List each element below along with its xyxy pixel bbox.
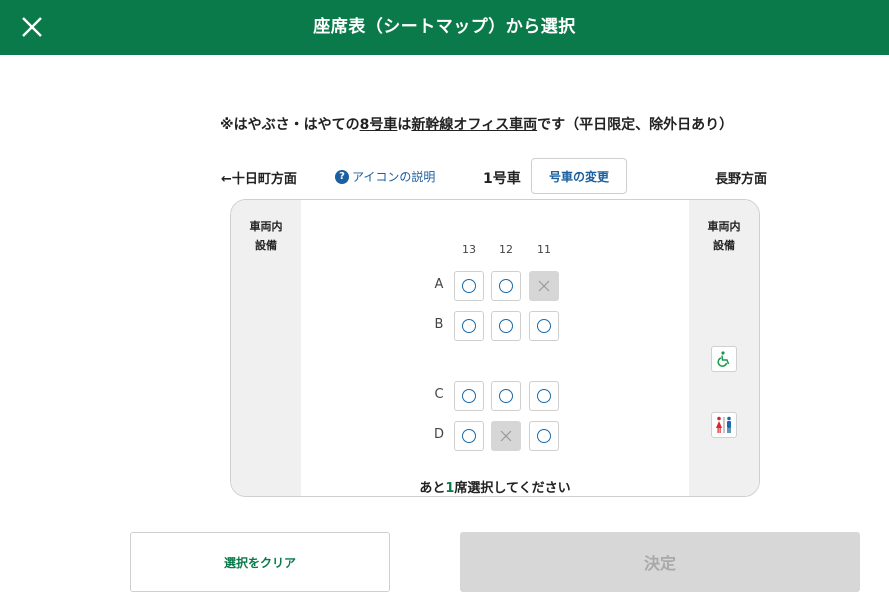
notice-suffix: です（平日限定、除外日あり）	[537, 117, 734, 133]
remaining-prefix: あと	[419, 481, 446, 496]
remaining-seats-message: あと1席選択してください	[301, 477, 689, 496]
available-circle-icon	[537, 319, 551, 333]
wheelchair-icon	[711, 346, 737, 372]
remaining-suffix: 席選択してください	[454, 481, 571, 496]
car-change-button[interactable]: 号車の変更	[531, 158, 627, 194]
column-number-12: 12	[499, 243, 513, 256]
available-circle-icon	[462, 319, 476, 333]
seat-13b[interactable]	[454, 311, 484, 341]
facility-label-right: 車両内 設備	[707, 220, 741, 252]
header: 座席表（シートマップ）から選択	[0, 0, 889, 55]
seat-12a[interactable]	[491, 271, 521, 301]
seat-12b[interactable]	[491, 311, 521, 341]
available-circle-icon	[462, 429, 476, 443]
row-label-c: C	[434, 387, 444, 402]
facility-label-left: 車両内 設備	[249, 220, 283, 252]
seat-11b[interactable]	[529, 311, 559, 341]
icon-help-label: アイコンの説明	[352, 170, 436, 184]
notice-car-link[interactable]: 8号車	[360, 117, 398, 133]
restroom-icon	[711, 412, 737, 438]
column-number-13: 13	[462, 243, 476, 256]
seat-11c[interactable]	[529, 381, 559, 411]
facility-panel-left: 車両内 設備	[231, 200, 301, 496]
available-circle-icon	[462, 279, 476, 293]
icon-help-link[interactable]: ? アイコンの説明	[335, 168, 435, 185]
available-circle-icon	[499, 279, 513, 293]
direction-left: ←十日町方面	[221, 172, 297, 187]
available-circle-icon	[462, 389, 476, 403]
question-circle-icon: ?	[335, 169, 349, 184]
seat-map: 車両内 設備 車両内 設備 あと1席選択してください 13 12 11 A B C D	[230, 199, 760, 497]
row-label-a: A	[434, 277, 444, 292]
page-title: 座席表（シートマップ）から選択	[313, 17, 576, 37]
seat-11d[interactable]	[529, 421, 559, 451]
decide-button[interactable]: 決定	[460, 532, 860, 592]
notice-prefix: ※はやぶさ・はやての	[220, 117, 360, 133]
available-circle-icon	[537, 429, 551, 443]
available-circle-icon	[499, 389, 513, 403]
unavailable-cross-icon	[538, 280, 550, 292]
seat-13c[interactable]	[454, 381, 484, 411]
notice-office-link[interactable]: 新幹線オフィス車両	[411, 117, 537, 133]
seat-12c[interactable]	[491, 381, 521, 411]
car-number: 1号車	[483, 171, 521, 187]
unavailable-cross-icon	[500, 430, 512, 442]
seat-11a	[529, 271, 559, 301]
office-car-notice: ※はやぶさ・はやての8号車は新幹線オフィス車両です（平日限定、除外日あり）	[220, 114, 733, 134]
available-circle-icon	[537, 389, 551, 403]
row-label-d: D	[433, 427, 444, 442]
row-label-b: B	[434, 317, 444, 332]
clear-selection-button[interactable]: 選択をクリア	[130, 532, 390, 592]
available-circle-icon	[499, 319, 513, 333]
column-number-11: 11	[537, 243, 551, 256]
seat-12d	[491, 421, 521, 451]
seat-13d[interactable]	[454, 421, 484, 451]
notice-middle: は	[397, 117, 412, 133]
direction-right: 長野方面	[715, 172, 768, 187]
seat-13a[interactable]	[454, 271, 484, 301]
